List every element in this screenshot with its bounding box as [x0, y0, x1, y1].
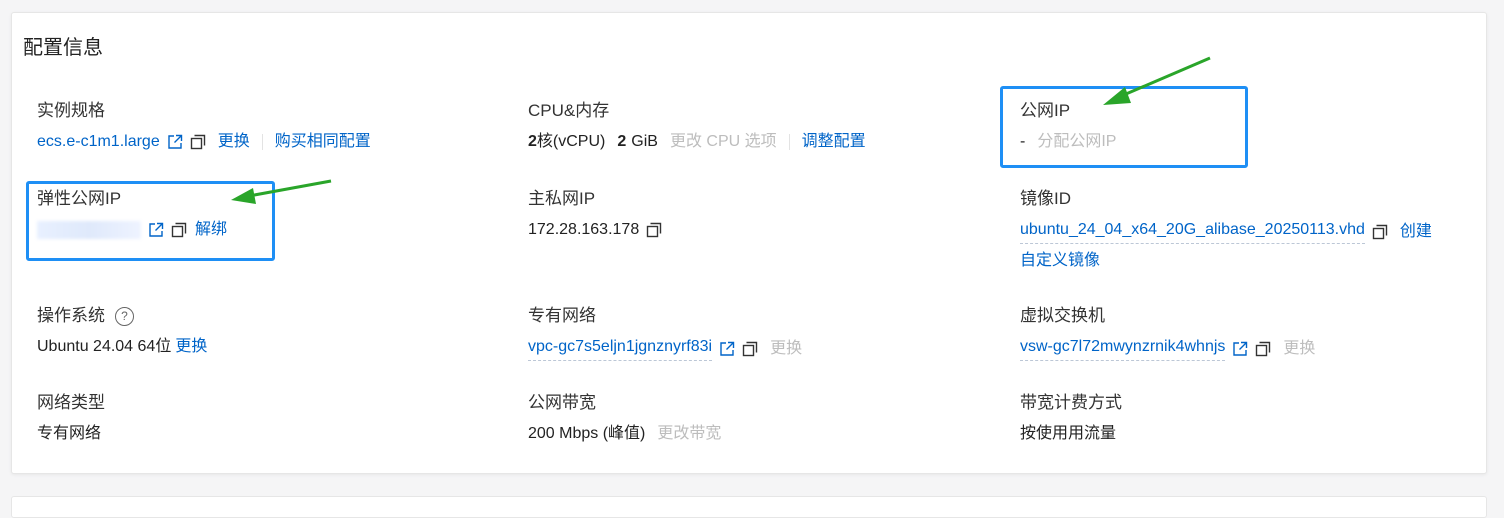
- create-custom-image-button[interactable]: 创建: [1400, 221, 1432, 243]
- change-os-button[interactable]: 更换: [175, 336, 207, 358]
- bandwidth-label: 公网带宽: [528, 393, 596, 412]
- copy-icon[interactable]: [1372, 224, 1388, 240]
- private-ip-value: 172.28.163.178: [528, 221, 640, 238]
- change-vpc-button[interactable]: 更换: [770, 338, 802, 360]
- custom-image-link[interactable]: 自定义镜像: [1020, 250, 1100, 272]
- change-cpu-options-button[interactable]: 更改 CPU 选项: [670, 131, 777, 153]
- adjust-config-button[interactable]: 调整配置: [802, 131, 866, 153]
- os-label: 操作系统: [37, 306, 105, 325]
- image-id-link[interactable]: ubuntu_24_04_x64_20G_alibase_20250113.vh…: [1020, 219, 1365, 244]
- memory-unit: GiB: [631, 133, 658, 150]
- os-value: Ubuntu 24.04 64位: [37, 338, 172, 355]
- field-os: 操作系统 ? Ubuntu 24.04 64位 更换: [37, 305, 207, 358]
- copy-icon[interactable]: [646, 222, 662, 238]
- buy-same-config-button[interactable]: 购买相同配置: [275, 131, 371, 153]
- field-billing-method: 带宽计费方式 按使用用流量: [1020, 392, 1122, 445]
- vpc-link[interactable]: vpc-gc7s5eljn1jgnznyrf83i: [528, 336, 713, 361]
- cpu-unit: 核(vCPU): [536, 133, 606, 150]
- divider: [788, 134, 790, 150]
- field-bandwidth: 公网带宽 200 Mbps (峰值) 更改带宽: [528, 392, 721, 445]
- section-title: 配置信息: [23, 37, 103, 59]
- field-instance-spec: 实例规格 ecs.e-c1m1.large 更换 购买相同配置: [37, 100, 371, 153]
- memory-size: 2: [617, 133, 627, 150]
- network-type-label: 网络类型: [37, 393, 105, 412]
- vpc-label: 专有网络: [528, 306, 596, 325]
- external-link-icon[interactable]: [1232, 341, 1248, 357]
- instance-spec-label: 实例规格: [37, 101, 105, 120]
- bandwidth-value: 200 Mbps (峰值): [528, 425, 646, 442]
- private-ip-label: 主私网IP: [528, 189, 596, 208]
- annotation-arrow-icon: [231, 179, 332, 204]
- copy-icon[interactable]: [190, 134, 206, 150]
- billing-method-label: 带宽计费方式: [1020, 393, 1122, 412]
- field-vpc: 专有网络 vpc-gc7s5eljn1jgnznyrf83i 更换: [528, 305, 802, 361]
- cpu-count: 2: [528, 133, 537, 150]
- external-link-icon[interactable]: [167, 134, 183, 150]
- field-vswitch: 虚拟交换机 vsw-gc7l72mwynzrnik4whnjs 更换: [1020, 305, 1315, 361]
- billing-method-value: 按使用用流量: [1020, 425, 1117, 442]
- instance-spec-change-button[interactable]: 更换: [218, 131, 250, 153]
- field-private-ip: 主私网IP 172.28.163.178: [528, 188, 662, 241]
- cpu-memory-label: CPU&内存: [528, 101, 610, 120]
- annotation-arrow-icon: [1103, 56, 1211, 105]
- divider: [261, 134, 263, 150]
- network-type-value: 专有网络: [37, 425, 102, 442]
- external-link-icon[interactable]: [719, 341, 735, 357]
- copy-icon[interactable]: [742, 341, 758, 357]
- change-vswitch-button[interactable]: 更换: [1283, 338, 1315, 360]
- change-bandwidth-button[interactable]: 更改带宽: [657, 423, 721, 445]
- vswitch-label: 虚拟交换机: [1020, 306, 1105, 325]
- vswitch-link[interactable]: vsw-gc7l72mwynzrnik4whnjs: [1020, 336, 1226, 361]
- image-id-label: 镜像ID: [1020, 189, 1071, 208]
- instance-spec-link[interactable]: ecs.e-c1m1.large: [37, 131, 160, 153]
- copy-icon[interactable]: [1255, 341, 1271, 357]
- field-network-type: 网络类型 专有网络: [37, 392, 105, 445]
- field-cpu-memory: CPU&内存 2 核(vCPU) 2 GiB 更改 CPU 选项 调整配置: [528, 100, 866, 153]
- help-icon[interactable]: ?: [115, 306, 134, 326]
- field-image-id: 镜像ID ubuntu_24_04_x64_20G_alibase_202501…: [1020, 188, 1432, 272]
- next-card: [11, 496, 1487, 518]
